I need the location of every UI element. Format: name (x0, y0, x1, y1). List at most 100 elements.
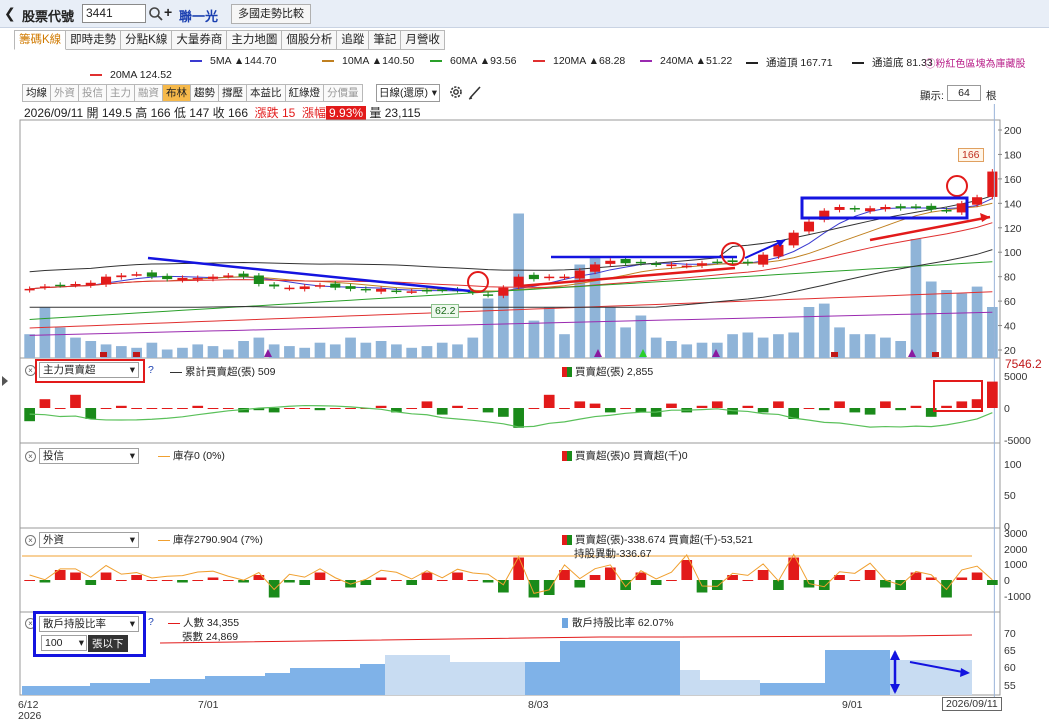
main-force-bar (849, 408, 861, 413)
foreign-select[interactable]: 外資 ▾ (39, 532, 139, 548)
foreign-net-bar (742, 580, 754, 581)
candle-body (910, 206, 921, 208)
price-axis-label: 180 (1004, 149, 1022, 161)
treasury-marker (100, 352, 107, 357)
trust-net-legend: 買賣超(張)0 買賣超(千)0 (562, 448, 688, 463)
foreign-net-bar (85, 580, 97, 585)
ma120-line (29, 291, 993, 329)
foreign-net-bar (375, 577, 387, 580)
downtrend-annotation-line (147, 256, 471, 293)
foreign-holding-line (29, 553, 993, 594)
candle-body (803, 221, 815, 232)
main-force-bar (70, 394, 81, 408)
close-icon[interactable]: × (25, 451, 36, 462)
retail-axis-label: 55 (1004, 680, 1016, 692)
candle-body (421, 289, 432, 292)
candle-body (70, 284, 81, 286)
retail-ratio-area (150, 679, 205, 695)
cursor-date-tag: 2026/09/11 (942, 697, 1002, 711)
main-force-bar (161, 408, 173, 409)
volume-bar (773, 334, 784, 358)
foreign-net-bar (284, 580, 295, 583)
foreign-net-bar (222, 580, 234, 581)
foreign-net-bar (467, 580, 479, 581)
foreign-net-bar (115, 580, 127, 581)
ma20-line (29, 222, 993, 290)
treasury-marker (133, 352, 140, 357)
main-force-bar (864, 408, 876, 415)
help-icon[interactable]: ? (148, 364, 154, 376)
candle-body (972, 197, 983, 205)
x-tick-label: 7/01 (198, 699, 219, 711)
candle-body (498, 287, 509, 296)
retail-ratio-area (360, 664, 385, 695)
candle-body (299, 286, 310, 290)
volume-bar (177, 347, 188, 358)
trust-axis-label: 50 (1004, 490, 1016, 502)
candle-body (483, 294, 494, 296)
volume-bar (314, 342, 326, 358)
foreign-net-bar (421, 572, 433, 580)
volume-bar (604, 307, 616, 358)
main-force-bar (528, 408, 540, 409)
volume-bar (864, 334, 876, 358)
low-price-tag: 62.2 (431, 304, 460, 318)
treasury-marker (831, 352, 838, 357)
retail-ratio-area (760, 683, 825, 695)
candle-body (590, 264, 601, 272)
candle-body (391, 290, 402, 293)
foreign-net-bar (268, 580, 280, 598)
volume-bar (161, 349, 173, 358)
retail-ratio-area (680, 670, 700, 695)
retail-ratio-area (205, 676, 265, 695)
foreign-net-bar (711, 580, 723, 590)
retail-ratio-area (22, 686, 90, 695)
foreign-net-bar (864, 570, 876, 580)
trust-select[interactable]: 投信 ▾ (39, 448, 139, 464)
foreign-axis-label: 3000 (1004, 528, 1028, 540)
recent-buy-highlight-box (933, 380, 983, 412)
foreign-net-bar (482, 580, 494, 583)
candle-body (758, 254, 769, 265)
volume-bar (284, 346, 295, 358)
volume-bar (467, 337, 479, 358)
main-force-bar (742, 405, 754, 408)
main-force-bar (85, 408, 97, 419)
net-buy-legend: 買賣超(張) 2,855 (562, 364, 653, 379)
main-force-bar (513, 408, 524, 428)
retail-ratio-area (450, 662, 525, 695)
foreign-net-bar (24, 580, 35, 581)
main-force-bar (818, 408, 830, 411)
volume-bar (115, 346, 127, 358)
foreign-inventory-legend: 庫存2790.904 (7%) (158, 532, 263, 547)
volume-bar (436, 342, 448, 358)
foreign-net-bar (177, 580, 188, 583)
candle-body (635, 261, 646, 264)
foreign-net-bar (987, 580, 998, 585)
foreign-net-bar (391, 580, 402, 581)
retail-ratio-area (700, 680, 760, 695)
candle-body (620, 259, 631, 264)
volume-bar (238, 341, 249, 358)
main-force-highlight-box (35, 359, 145, 383)
help-icon[interactable]: ? (148, 616, 154, 628)
close-icon[interactable]: × (25, 535, 36, 546)
main-force-bar (910, 405, 922, 408)
chart-canvas[interactable]: 200 180 160 140 120 100 80 60 40 20 5000 0 -5000 100 5… (0, 0, 1049, 720)
main-force-bar (757, 408, 769, 413)
foreign-net-bar (956, 577, 968, 580)
volume-bar (391, 344, 402, 358)
main-force-bar (895, 408, 907, 411)
price-axis-label: 140 (1004, 198, 1022, 210)
retail-ratio-area (290, 668, 360, 695)
main-force-bar (696, 405, 708, 408)
foreign-net-bar (971, 572, 983, 580)
main-force-bar (375, 405, 387, 408)
candle-body (849, 208, 860, 210)
main-force-bar (314, 408, 326, 411)
foreign-net-bar (452, 572, 463, 580)
volume-bar (742, 332, 754, 358)
x-tick-label: 8/03 (528, 699, 549, 711)
price-axis-label: 100 (1004, 247, 1022, 259)
foreign-net-bar (70, 572, 81, 580)
